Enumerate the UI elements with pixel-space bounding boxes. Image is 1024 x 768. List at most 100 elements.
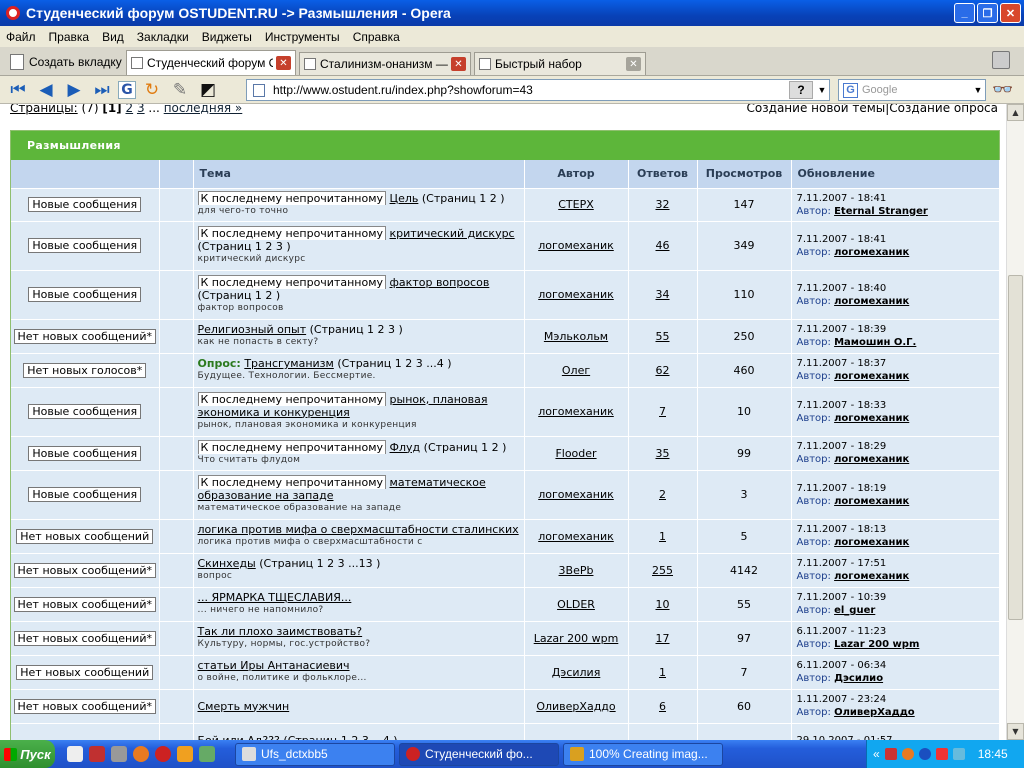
reload-icon[interactable]: ↻ — [140, 79, 164, 101]
last-poster-link[interactable]: логомеханик — [834, 296, 909, 307]
author-link[interactable]: логомеханик — [538, 488, 614, 501]
edit-icon[interactable]: ✎ — [168, 79, 192, 101]
menu-view[interactable]: Вид — [102, 30, 124, 44]
last-unread-link[interactable]: К последнему непрочитанному — [197, 474, 387, 489]
topic-pages[interactable]: (Страниц 1 2 ) — [424, 441, 507, 454]
scroll-up-icon[interactable]: ▲ — [1007, 104, 1024, 121]
author-link[interactable]: Дэсилия — [552, 666, 601, 679]
tray-firefox-icon[interactable] — [901, 748, 914, 760]
last-poster-link[interactable]: ОливерХаддо — [834, 707, 915, 718]
author-link[interactable]: логомеханик — [538, 239, 614, 252]
task-forum[interactable]: Студенческий фо... — [399, 742, 559, 766]
tray-shield-icon[interactable] — [935, 748, 948, 760]
close-tab-icon[interactable]: ✕ — [276, 56, 291, 70]
close-tab-icon[interactable]: ✕ — [451, 57, 466, 71]
replies-link[interactable]: 35 — [656, 447, 670, 460]
last-poster-link[interactable]: логомеханик — [834, 454, 909, 465]
author-link[interactable]: логомеханик — [538, 405, 614, 418]
firefox-icon[interactable] — [133, 746, 149, 762]
tray-bluetooth-icon[interactable] — [918, 748, 931, 760]
restore-button[interactable]: ❐ — [977, 3, 998, 23]
topic-link[interactable]: Скинхеды — [198, 557, 256, 570]
topic-pages[interactable]: (Страниц 1 2 3 ...13 ) — [259, 557, 380, 570]
topic-pages[interactable]: (Страниц 1 2 3 ...4 ) — [337, 357, 451, 370]
glasses-icon[interactable]: 👓 — [992, 80, 1013, 100]
author-link[interactable]: Олег — [562, 364, 590, 377]
last-unread-link[interactable]: К последнему непрочитанному — [197, 225, 387, 240]
author-link[interactable]: OLDER — [557, 598, 595, 611]
gear-icon[interactable] — [111, 746, 127, 762]
forward-icon[interactable]: ▶ — [62, 79, 86, 101]
topic-pages[interactable]: (Страниц 1 2 ) — [198, 289, 281, 302]
author-link[interactable]: ОливерХаддо — [536, 700, 615, 713]
media-player-icon[interactable] — [67, 746, 83, 762]
last-poster-link[interactable]: Мамошин О.Г. — [834, 337, 916, 348]
tray-disk-icon[interactable] — [884, 748, 897, 760]
replies-link[interactable]: 32 — [656, 198, 670, 211]
last-unread-link[interactable]: К последнему непрочитанному — [197, 391, 387, 406]
topic-pages[interactable]: (Страниц 1 2 3 ) — [198, 240, 291, 253]
start-button[interactable]: Пуск — [0, 740, 55, 768]
url-text[interactable]: http://www.ostudent.ru/index.php?showfor… — [273, 83, 789, 97]
topic-link[interactable]: ... ЯРМАРКА ТЩЕСЛАВИЯ... — [198, 591, 352, 604]
last-unread-link[interactable]: К последнему непрочитанному — [197, 191, 387, 205]
menu-widgets[interactable]: Виджеты — [202, 30, 252, 44]
author-link[interactable]: Flooder — [555, 447, 596, 460]
topic-link[interactable]: фактор вопросов — [390, 276, 490, 289]
last-poster-link[interactable]: Eternal Stranger — [834, 206, 928, 217]
author-link[interactable]: логомеханик — [538, 288, 614, 301]
save-icon[interactable] — [89, 746, 105, 762]
google-icon[interactable]: G — [118, 80, 136, 99]
task-creating-image[interactable]: 100% Creating imag... — [563, 742, 723, 766]
replies-link[interactable]: 2 — [659, 488, 666, 501]
last-page-link[interactable]: последняя » — [164, 104, 243, 115]
opera-icon[interactable] — [155, 746, 171, 762]
last-unread-link[interactable]: К последнему непрочитанному — [197, 439, 387, 454]
topic-link[interactable]: статьи Иры Антанасиевич — [198, 659, 350, 672]
topic-link[interactable]: критический дискурс — [390, 227, 515, 240]
page-link-3[interactable]: 3 — [137, 104, 145, 115]
menu-file[interactable]: Файл — [6, 30, 36, 44]
last-poster-link[interactable]: el_guer — [834, 605, 875, 616]
new-topic-links[interactable]: Создание новой темы|Создание опроса — [747, 104, 998, 115]
topic-pages[interactable]: (Страниц 1 2 ) — [422, 192, 505, 205]
author-link[interactable]: Lazar 200 wpm — [534, 632, 619, 645]
topic-link[interactable]: Религиозный опыт — [198, 323, 307, 336]
trash-icon[interactable] — [992, 51, 1010, 69]
replies-link[interactable]: 1 — [659, 530, 666, 543]
last-poster-link[interactable]: логомеханик — [834, 496, 909, 507]
author-link[interactable]: логомеханик — [538, 530, 614, 543]
topic-link[interactable]: логика против мифа о сверхмасштабности с… — [198, 523, 519, 536]
last-poster-link[interactable]: логомеханик — [834, 413, 909, 424]
scroll-down-icon[interactable]: ▼ — [1007, 723, 1024, 740]
vertical-scrollbar[interactable]: ▲ ▼ — [1006, 104, 1024, 740]
rewind-icon[interactable]: ⏮ — [6, 79, 30, 101]
replies-link[interactable]: 7 — [659, 405, 666, 418]
last-poster-link[interactable]: логомеханик — [834, 571, 909, 582]
menu-tools[interactable]: Инструменты — [265, 30, 340, 44]
last-poster-link[interactable]: Дэсилио — [834, 673, 883, 684]
site-info-icon[interactable]: ? — [789, 81, 813, 99]
tray-network-icon[interactable] — [952, 748, 965, 760]
tab-stalinism[interactable]: Сталинизм-онанизм — ... ✕ — [299, 52, 471, 75]
fast-forward-icon[interactable]: ⏭ — [90, 79, 114, 101]
task-ufs[interactable]: Ufs_dctxbb5 — [235, 742, 395, 766]
wand-icon[interactable]: ◩ — [196, 79, 220, 101]
author-link[interactable]: СТЕРХ — [558, 198, 594, 211]
replies-link[interactable]: 55 — [656, 330, 670, 343]
last-poster-link[interactable]: Lazar 200 wpm — [834, 639, 919, 650]
chevron-down-icon[interactable]: ▼ — [815, 85, 829, 95]
new-tab-button[interactable]: Создать вкладку — [4, 49, 126, 75]
tab-forum[interactable]: Студенческий форум O... ✕ — [126, 50, 296, 75]
last-unread-link[interactable]: К последнему непрочитанному — [197, 274, 387, 289]
scrollbar-thumb[interactable] — [1008, 275, 1023, 620]
minimize-button[interactable]: _ — [954, 3, 975, 23]
menu-bookmarks[interactable]: Закладки — [137, 30, 189, 44]
replies-link[interactable]: 34 — [656, 288, 670, 301]
last-poster-link[interactable]: логомеханик — [834, 247, 909, 258]
search-placeholder[interactable]: Google — [862, 84, 971, 96]
author-link[interactable]: Мэлькольм — [544, 330, 608, 343]
replies-link[interactable]: 1 — [659, 666, 666, 679]
replies-link[interactable]: 10 — [656, 598, 670, 611]
last-poster-link[interactable]: логомеханик — [834, 537, 909, 548]
